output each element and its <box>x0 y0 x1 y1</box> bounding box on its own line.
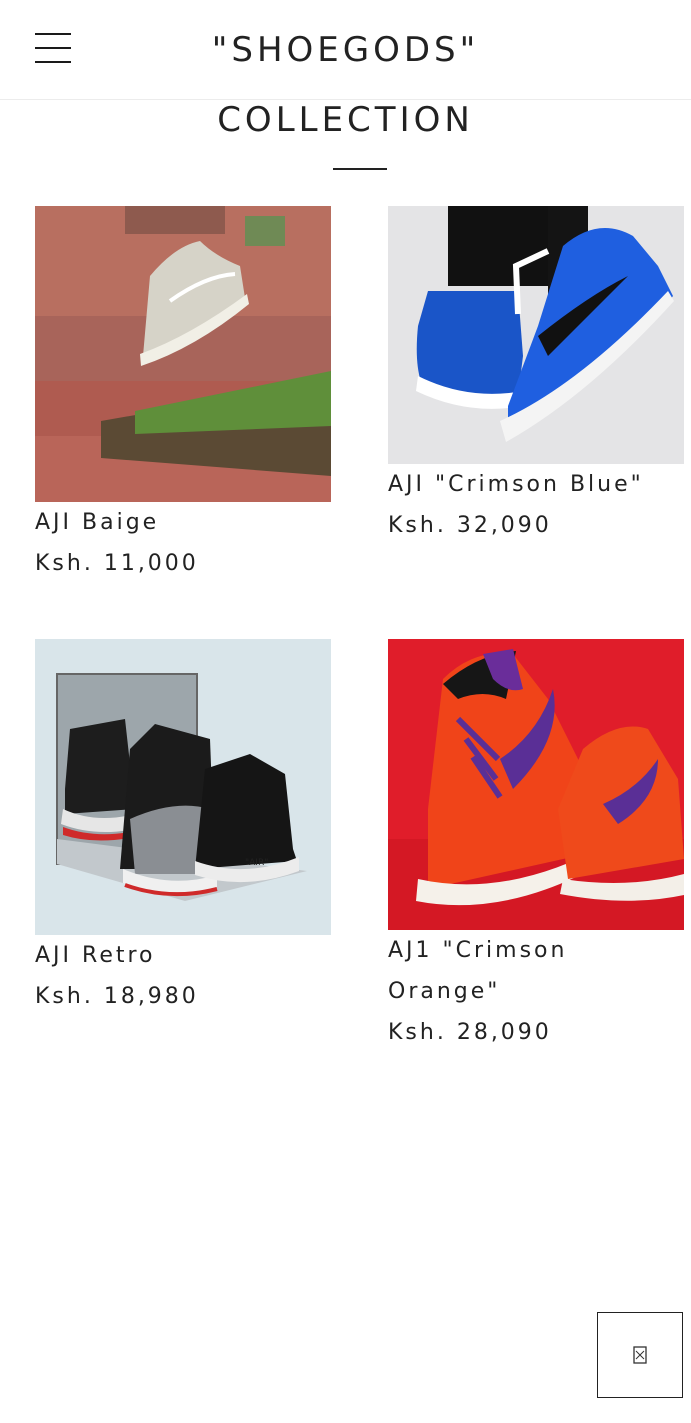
product-price: Ksh. 18,980 <box>35 984 199 1009</box>
product-name[interactable]: AJI Retro <box>35 935 331 976</box>
grey-sneaker-photo <box>35 206 331 502</box>
title-divider <box>333 168 387 170</box>
svg-text:"AIR": "AIR" <box>245 858 268 868</box>
product-image[interactable] <box>388 206 684 464</box>
product-image[interactable]: "AIR" <box>35 639 331 935</box>
product-name[interactable]: AJ1 "Crimson Orange" <box>388 930 684 1012</box>
product-name[interactable]: AJI Baige <box>35 502 331 543</box>
product-price: Ksh. 32,090 <box>388 513 552 538</box>
chat-icon <box>633 1346 647 1364</box>
product-price: Ksh. 28,090 <box>388 1020 552 1045</box>
brand-title[interactable]: "SHOEGODS" <box>0 30 691 70</box>
product-card[interactable]: AJ1 "Crimson Orange" Ksh. 28,090 <box>388 639 684 1053</box>
orange-sneaker-photo <box>388 639 684 930</box>
product-price: Ksh. 11,000 <box>35 551 199 576</box>
page-title: COLLECTION <box>217 100 474 140</box>
chat-button[interactable] <box>597 1312 683 1398</box>
product-card[interactable]: AJI "Crimson Blue" Ksh. 32,090 <box>388 206 684 546</box>
blue-sneaker-photo <box>388 206 684 464</box>
product-image[interactable] <box>35 206 331 502</box>
product-name[interactable]: AJI "Crimson Blue" <box>388 464 684 505</box>
product-card[interactable]: AJI Baige Ksh. 11,000 <box>35 206 331 584</box>
black-red-sneaker-photo: "AIR" <box>35 639 331 935</box>
product-image[interactable] <box>388 639 684 930</box>
site-header: "SHOEGODS" <box>0 0 691 100</box>
product-card[interactable]: "AIR" AJI Retro Ksh. 18,980 <box>35 639 331 1017</box>
